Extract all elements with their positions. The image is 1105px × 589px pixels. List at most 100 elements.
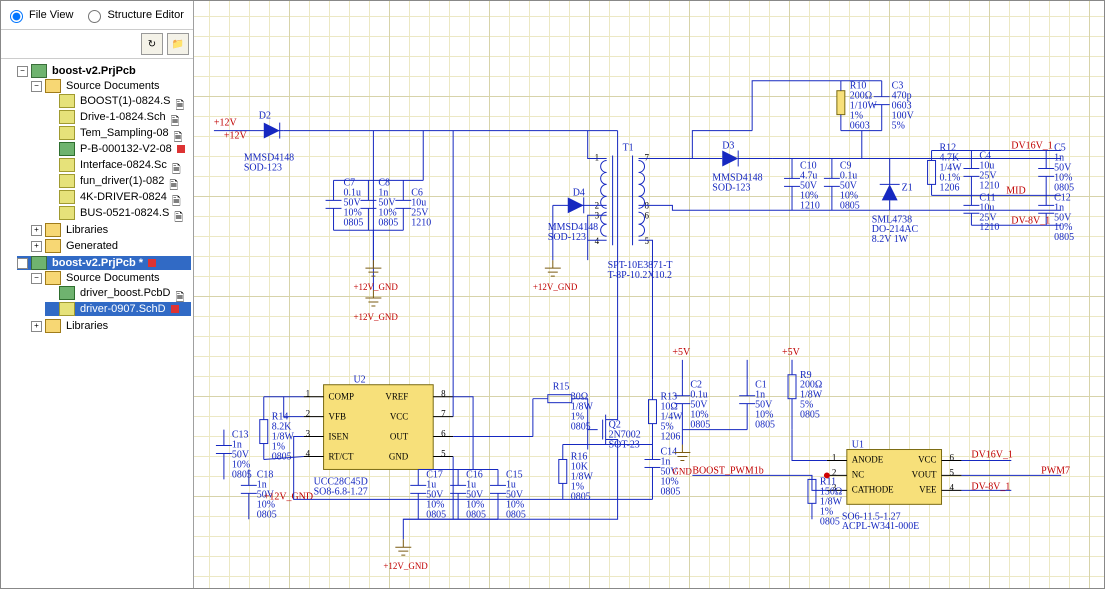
expand-icon[interactable]: + [31,241,42,252]
tree-src-2[interactable]: −Source Documents [31,271,191,285]
svg-text:VREF: VREF [385,392,408,402]
tree-file[interactable]: BOOST(1)-0824.S🗎 [45,94,191,108]
app-root: File View Structure Editor ↻ 📁 −boost-v2… [0,0,1105,589]
tree-file[interactable]: BUS-0521-0824.S🗎 [45,206,191,220]
net-dv8: DV-8V_1 [971,481,1010,492]
svg-text:0603: 0603 [850,121,870,132]
cap-c9[interactable]: C90.1u50V10%0805 [824,158,860,211]
cap-c13[interactable]: C131n50V10%0805 [216,430,252,481]
radio-file-view[interactable]: File View [5,7,73,23]
tree-libraries[interactable]: +Libraries [31,223,191,237]
svg-text:SOD-123: SOD-123 [712,182,750,193]
svg-text:VEE: VEE [919,484,937,494]
radio-file-view-input[interactable] [10,10,23,23]
res-r15[interactable]: R1530Ω1/8W1%0805 [533,382,594,433]
tree-file[interactable]: fun_driver(1)-082🗎 [45,174,191,188]
tree-src-1[interactable]: −Source Documents [31,79,191,93]
schematic-icon [59,206,75,220]
svg-text:+12V_GND: +12V_GND [533,282,578,292]
svg-text:1206: 1206 [660,432,680,443]
res-r16[interactable]: R1610K1/8W1%0805 [559,445,594,503]
radio-structure-editor[interactable]: Structure Editor [83,7,183,23]
tree-file[interactable]: P-B-000132-V2-08 [45,142,191,156]
cap-c6[interactable]: C610u25V1210 [395,180,431,230]
cap-c11[interactable]: C1110u25V1210 [963,192,999,233]
tree-file-active[interactable]: driver-0907.SchD [45,302,191,316]
cap-c10[interactable]: C104.7u50V10%1210 [784,158,820,211]
tree-project-1[interactable]: − boost-v2.PrjPcb [17,64,191,78]
projects-panel: File View Structure Editor ↻ 📁 −boost-v2… [1,1,194,588]
schematic-icon [59,158,75,172]
tree-file[interactable]: driver_boost.PcbD🗎 [45,286,191,300]
res-r11[interactable]: R11150Ω1/8W1%0805 [808,475,843,527]
mosfet-q2[interactable]: Q22N7002SOT-23 [588,399,641,460]
wire [639,131,753,159]
cap-c15[interactable]: C151u50V10%0805 [490,469,526,520]
project-tree[interactable]: −boost-v2.PrjPcb −Source Documents BOOST… [1,59,193,588]
project-1-name: boost-v2.PrjPcb [50,65,138,77]
refresh-button[interactable]: ↻ [141,33,163,55]
tree-file[interactable]: Interface-0824.Sc🗎 [45,158,191,172]
cap-c1[interactable]: C11n50V10%0805 [739,380,775,431]
svg-text:SOD-123: SOD-123 [548,232,586,243]
tree-file[interactable]: Drive-1-0824.Sch🗎 [45,110,191,124]
modified-marker-icon [148,259,156,267]
svg-text:5: 5 [645,236,650,246]
diode-d3[interactable]: D3MMSD4148SOD-123 [692,141,772,194]
svg-text:VCC: VCC [918,454,936,464]
radio-structure-editor-input[interactable] [88,10,101,23]
locate-button[interactable]: 📁 [167,33,189,55]
zener-z1[interactable]: Z1SML4738DO-214AC8.2V 1W [872,158,919,245]
collapse-icon[interactable]: − [31,81,42,92]
svg-text:1210: 1210 [979,222,999,233]
svg-text:+12V_GND: +12V_GND [383,561,428,571]
project-icon [31,64,47,78]
ic-u1[interactable]: U1 ANODENCCATHODE VCCVOUTVEE 123 654 SO6… [827,440,962,533]
res-r10[interactable]: R10200Ω1/10W1%0603 [837,81,878,132]
svg-text:0805: 0805 [840,200,860,211]
res-r14[interactable]: R148.2K1/8W1%0805 [260,397,295,463]
net-dv16: DV16V_1 [971,449,1012,460]
doc-marker-icon: 🗎 [172,161,180,169]
svg-text:1: 1 [306,389,310,399]
cap-c16[interactable]: C161u50V10%0805 [450,469,486,520]
net-pwm7: PWM7 [1041,465,1070,476]
svg-text:0805: 0805 [1054,232,1074,243]
svg-text:7: 7 [441,409,446,419]
res-r13[interactable]: R1310Ω1/4W5%1206 [648,380,683,445]
svg-text:1210: 1210 [411,217,431,228]
wire [752,81,841,131]
tree-file[interactable]: 4K-DRIVER-0824🗎 [45,190,191,204]
cap-c2[interactable]: C20.1u50V10%0805 [674,380,710,431]
cap-c3[interactable]: C3470p0603100V5% [874,81,915,132]
no-connect-icon [824,472,830,478]
res-r9[interactable]: R9200Ω1/8W5%0805 [788,360,823,430]
folder-icon: 📁 [172,39,184,50]
folder-icon [45,223,61,237]
transformer-t1[interactable]: T1 12 34 56 78 SPT-10E3871-TT-8P-10.2X10… [595,143,673,282]
doc-marker-icon: 🗎 [176,289,184,297]
diode-d2[interactable]: D2 MMSD4148 SOD-123 [244,111,294,174]
tree-project-2[interactable]: −boost-v2.PrjPcb * [17,256,191,270]
collapse-icon[interactable]: − [17,66,28,77]
cap-c17[interactable]: C171u50V10%0805 [410,469,446,520]
collapse-icon[interactable]: − [31,273,42,284]
svg-text:ISEN: ISEN [329,432,349,442]
expand-icon[interactable]: + [31,225,42,236]
svg-text:R15: R15 [553,382,570,393]
svg-text:U1: U1 [852,440,864,451]
collapse-icon[interactable]: − [17,258,28,269]
tree-generated[interactable]: +Generated [31,239,191,253]
cap-c7[interactable]: C70.1u50V10%0805 [326,177,364,230]
svg-text:+12V_GND: +12V_GND [353,282,398,292]
svg-text:0805: 0805 [257,509,277,520]
cap-c8[interactable]: C81n50V10%0805 [360,177,398,230]
expand-icon[interactable]: + [31,321,42,332]
schematic-canvas[interactable]: +12V +12V D2 MMSD4148 SOD-123 C70.1u50V1… [194,1,1104,588]
gnd-12v-t1: +12V_GND [533,260,578,292]
cap-c4[interactable]: C410u25V1210 [963,150,999,195]
schematic-svg: +12V +12V D2 MMSD4148 SOD-123 C70.1u50V1… [194,1,1104,588]
svg-text:4: 4 [306,448,311,458]
tree-libraries-2[interactable]: +Libraries [31,319,191,333]
tree-file[interactable]: Tem_Sampling-08🗎 [45,126,191,140]
